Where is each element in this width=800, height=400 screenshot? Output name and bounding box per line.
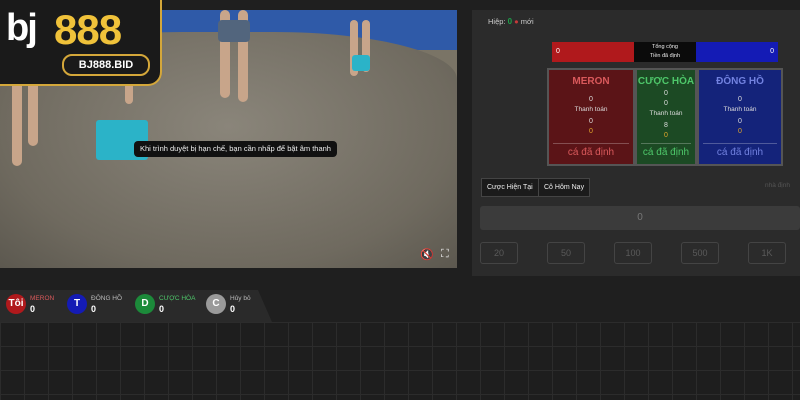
stat-badge: T [67,294,87,314]
stat-name: CƯỢC HÒA [159,295,196,302]
stat-name: Hủy bỏ [230,295,251,302]
faint-label: nhà định [765,182,790,189]
brand-logo: bj 888 BJ888.BID [0,0,162,86]
stat-count: 0 [91,304,97,314]
stat-count: 0 [159,304,165,314]
bet-amount: 0 [589,96,593,103]
stat-meron: Tôi MERON 0 [6,294,64,318]
round-number: 0 [507,17,513,26]
stat-name: MERON [30,295,55,302]
payout-label: Thanh toán [649,110,683,117]
chip-button[interactable]: 1K [748,242,786,264]
total-meron: 0 [552,42,634,62]
stat-count: 0 [30,304,36,314]
stat-badge: D [135,294,155,314]
total-label-line2: Tiền đã định [649,53,681,59]
payout-gold-value: 0 [664,132,668,139]
audio-notice: Khi trình duyệt bị hạn chế, bạn cần nhấp… [134,141,337,157]
stat-badge: Tôi [6,294,26,314]
stat-name: ĐÔNG HỒ [91,295,123,302]
round-info: Hiệp: 0 ● mới [488,17,534,26]
bet-title: ĐÔNG HỒ [716,76,764,87]
bet-box-meron[interactable]: MERON 0 Thanh toán 0 0 cá đã định [547,68,635,166]
chip-button[interactable]: 500 [681,242,719,264]
blue-stool [352,55,370,71]
status-dot-icon: ● [514,17,519,26]
payout-label: Thanh toán [723,106,757,113]
payout-gold-value: 0 [589,128,593,135]
total-label-line1: Tổng cộng [652,44,678,50]
fullscreen-icon[interactable]: ⛶ [441,248,449,261]
payout-value: 8 [664,122,668,129]
person-shorts [218,20,250,42]
bet-box-draw[interactable]: CƯỢC HÒA 0 0 Thanh toán 8 0 cá đã định [635,68,697,166]
chip-button[interactable]: 20 [480,242,518,264]
stat-cancel: C Hủy bỏ 0 [206,294,256,318]
stat-count: 0 [230,304,236,314]
bet-title: MERON [572,76,610,87]
stat-badge: C [206,294,226,314]
bet-amount: 0 [738,96,742,103]
payout-gold-value: 0 [738,128,742,135]
payout-label: Thanh toán [574,106,608,113]
total-label: Tổng cộng Tiền đã định [634,42,696,62]
tab-today[interactable]: Cô Hôm Nay [538,178,591,197]
chip-button[interactable]: 50 [547,242,585,264]
round-status: mới [520,17,534,26]
logo-888: 888 [54,6,122,53]
payout-value: 0 [589,118,593,125]
stat-draw: D CƯỢC HÒA 0 [135,294,201,318]
logo-domain: BJ888.BID [62,54,150,76]
results-grid [0,322,800,400]
bet-settled: cá đã định [703,143,777,160]
bet-amount: 0 [664,90,668,97]
tab-current-bets[interactable]: Cược Hiện Tại [481,178,539,197]
bet-settled: cá đã định [641,143,691,160]
bet-amount-input[interactable]: 0 [480,206,800,230]
bet-settled: cá đã định [553,143,629,160]
stat-wala: T ĐÔNG HỒ 0 [67,294,131,318]
bet-title: CƯỢC HÒA [637,76,695,87]
chip-button[interactable]: 100 [614,242,652,264]
bet-amount-2: 0 [664,100,668,107]
mute-icon[interactable]: 🔇 [420,248,434,261]
total-wala: 0 [696,42,778,62]
bet-box-wala[interactable]: ĐÔNG HỒ 0 Thanh toán 0 0 cá đã định [697,68,783,166]
payout-value: 0 [738,118,742,125]
round-label: Hiệp: [488,17,506,26]
logo-bj: bj [6,7,38,49]
